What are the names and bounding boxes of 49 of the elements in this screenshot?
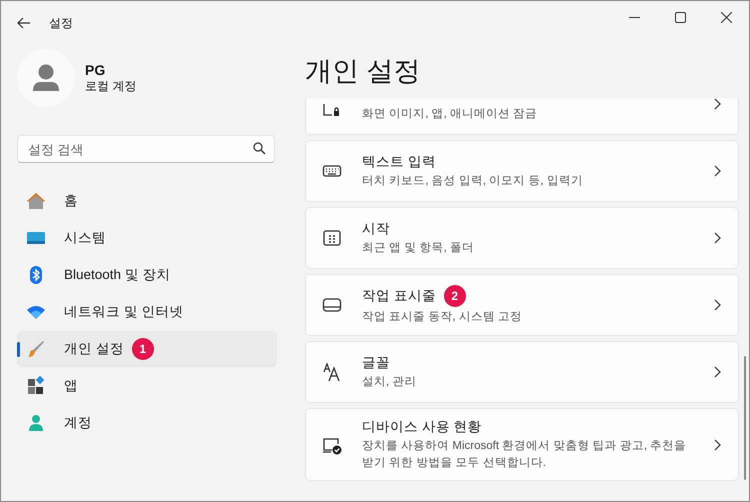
card-title: 작업 표시줄 (362, 286, 436, 305)
start-menu-icon (322, 228, 342, 248)
card-title: 글꼴 (362, 354, 390, 372)
card-title: 디바이스 사용 현황 (362, 418, 482, 436)
back-button[interactable] (16, 15, 32, 31)
settings-card[interactable]: 글꼴 설치, 관리 (305, 341, 739, 403)
nav-item[interactable]: 앱 (17, 368, 277, 404)
settings-card[interactable]: 시작 최근 앱 및 항목, 폴더 (305, 207, 739, 269)
card-title: 텍스트 입력 (362, 152, 436, 171)
chevron-right-icon (712, 438, 722, 450)
scrollbar-thumb[interactable] (744, 356, 746, 480)
account-type: 로컬 계정 (85, 78, 136, 94)
card-title: 시작 (362, 220, 390, 238)
chevron-right-icon (712, 98, 722, 110)
search-field[interactable]: 설정 검색 (17, 135, 275, 163)
chevron-right-icon (712, 366, 722, 378)
page-title: 개인 설정 (305, 55, 422, 88)
card-description: 터치 키보드, 음성 입력, 이모지 등, 입력기 (362, 174, 584, 189)
chevron-right-icon (712, 165, 722, 177)
nav-item[interactable]: 네트워크 및 인터넷 (17, 294, 277, 330)
nav-item[interactable]: 시스템 (17, 220, 277, 256)
search-icon (253, 142, 266, 155)
chevron-right-icon (712, 232, 722, 244)
card-description: 작업 표시줄 동작, 시스템 고정 (362, 310, 523, 325)
account-name: PG (85, 62, 106, 78)
chevron-right-icon (712, 299, 722, 311)
nav-item[interactable]: 개인 설정 1 (17, 331, 277, 367)
maximize-icon (674, 12, 686, 22)
card-description: 장치를 사용하여 Microsoft 환경에서 맞춤형 팁과 광고, 추천을 받기 위한 방법을 모두 선택합니다. (362, 439, 688, 470)
card-description: 최근 앱 및 항목, 폴더 (362, 240, 475, 256)
settings-card[interactable]: 텍스트 입력 터치 키보드, 음성 입력, 이모지 등, 입력기 (305, 140, 739, 202)
settings-card[interactable]: 화면 이미지, 앱, 애니메이션 잠금 (305, 98, 739, 135)
card-description: 화면 이미지, 앱, 애니메이션 잠금 (362, 106, 538, 122)
brush-icon (26, 339, 46, 359)
step-badge: 1 (132, 338, 154, 360)
card-description: 설치, 관리 (362, 374, 418, 390)
nav-item[interactable]: Bluetooth 및 장치 (17, 257, 277, 293)
settings-card[interactable]: 작업 표시줄 2 작업 표시줄 동작, 시스템 고정 (305, 274, 739, 336)
nav-item[interactable]: 계정 (17, 405, 277, 441)
close-icon (720, 12, 732, 22)
settings-card[interactable]: 디바이스 사용 현황 장치를 사용하여 Microsoft 환경에서 맞춤형 팁과 광고, 추천을 받기 위한 방법을 모두 선택합니다. (305, 408, 739, 481)
font-icon (322, 362, 342, 382)
step-badge: 2 (444, 284, 466, 307)
apps-icon (26, 376, 46, 396)
back-arrow-icon (16, 15, 32, 31)
home-icon (26, 191, 46, 211)
window-title: 설정 (49, 14, 73, 32)
nav-item[interactable]: 홈 (17, 183, 277, 219)
person-icon (26, 413, 46, 433)
